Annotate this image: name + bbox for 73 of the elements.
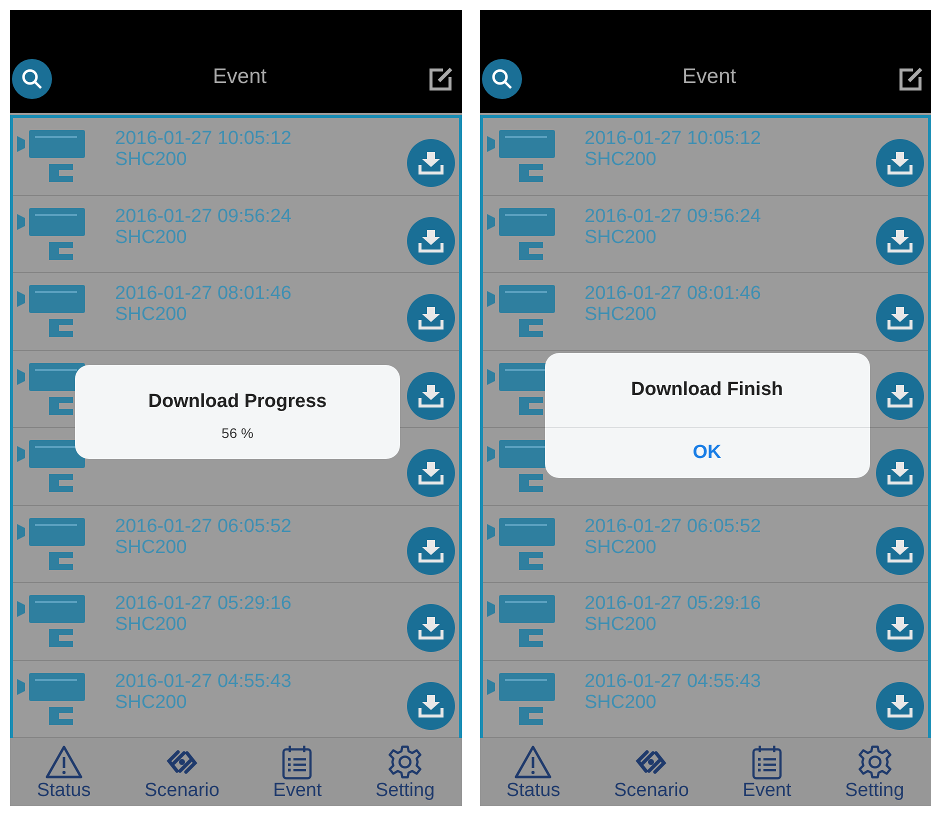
device-name: SHC200 xyxy=(584,692,658,712)
tab-item[interactable]: Scenario xyxy=(144,744,220,806)
tab-item[interactable]: Setting xyxy=(375,744,435,806)
ok-button[interactable]: OK xyxy=(652,428,762,478)
download-button[interactable] xyxy=(876,139,924,188)
device-name: SHC200 xyxy=(115,304,188,325)
device-name: SHC200 xyxy=(584,536,658,558)
event-time: 2016-01-27 09:56:24 xyxy=(115,206,292,226)
download-icon xyxy=(418,151,444,176)
download-button[interactable] xyxy=(876,682,924,730)
device-name: SHC200 xyxy=(115,692,188,712)
event-time: 2016-01-27 10:05:12 xyxy=(115,128,292,149)
edit-icon[interactable] xyxy=(896,65,925,93)
event-time: 2016-01-27 06:05:52 xyxy=(584,516,762,536)
download-button[interactable] xyxy=(406,604,454,652)
event-time: 2016-01-27 09:56:24 xyxy=(584,206,762,226)
download-icon xyxy=(418,616,444,640)
download-icon xyxy=(418,384,444,408)
event-time: 2016-01-27 10:05:12 xyxy=(584,128,762,149)
device-name: SHC200 xyxy=(584,304,658,325)
download-icon xyxy=(887,461,913,486)
search-button[interactable] xyxy=(12,59,52,99)
download-button[interactable] xyxy=(876,216,924,265)
download-button[interactable] xyxy=(876,526,924,575)
device-name: SHC200 xyxy=(584,614,658,635)
warning-icon xyxy=(44,744,84,780)
download-icon xyxy=(887,384,913,408)
device-name: SHC200 xyxy=(584,149,658,170)
dialog-title: Download Finish xyxy=(631,379,783,401)
download-icon xyxy=(418,461,444,486)
download-button[interactable] xyxy=(406,449,454,498)
warning-icon xyxy=(513,744,554,780)
event-time: 2016-01-27 05:29:16 xyxy=(115,593,292,614)
search-icon xyxy=(21,68,43,90)
device-name: SHC200 xyxy=(115,536,188,558)
download-icon xyxy=(887,306,913,330)
device-name: SHC200 xyxy=(115,149,188,170)
download-icon xyxy=(418,306,444,330)
download-icon xyxy=(418,228,444,253)
tab-item[interactable]: Status xyxy=(36,744,91,806)
tab-item[interactable]: Scenario xyxy=(614,744,689,806)
download-icon xyxy=(887,538,913,563)
download-icon xyxy=(887,616,913,640)
download-icon xyxy=(418,538,444,563)
tab-item[interactable]: Event xyxy=(742,744,792,806)
download-button[interactable] xyxy=(406,139,454,188)
event-time: 2016-01-27 05:29:16 xyxy=(584,593,762,614)
download-button[interactable] xyxy=(876,604,924,652)
search-button[interactable] xyxy=(482,59,522,99)
progress-text: 56 % xyxy=(222,425,254,441)
screen-title: Event xyxy=(682,65,736,90)
event-time: 2016-01-27 08:01:46 xyxy=(584,283,762,304)
event-time: 2016-01-27 04:55:43 xyxy=(584,670,762,692)
download-button[interactable] xyxy=(876,294,924,342)
search-icon xyxy=(490,68,512,90)
device-name: SHC200 xyxy=(115,614,188,635)
device-name: SHC200 xyxy=(115,226,188,248)
tab-item[interactable]: Event xyxy=(273,744,322,806)
event-time: 2016-01-27 08:01:46 xyxy=(115,283,292,304)
download-icon xyxy=(887,228,913,253)
screen-title: Event xyxy=(212,65,267,90)
download-button[interactable] xyxy=(876,372,924,420)
download-icon xyxy=(887,694,913,718)
event-time: 2016-01-27 06:05:52 xyxy=(115,516,292,536)
event-time: 2016-01-27 04:55:43 xyxy=(115,670,292,692)
tab-item[interactable]: Setting xyxy=(844,744,904,806)
device-name: SHC200 xyxy=(584,226,658,248)
dialog-title: Download Progress xyxy=(148,391,327,413)
download-icon xyxy=(887,151,913,176)
tab-item[interactable]: Status xyxy=(506,744,560,806)
download-button[interactable] xyxy=(876,449,924,498)
download-button[interactable] xyxy=(406,294,454,342)
download-icon xyxy=(418,694,444,718)
